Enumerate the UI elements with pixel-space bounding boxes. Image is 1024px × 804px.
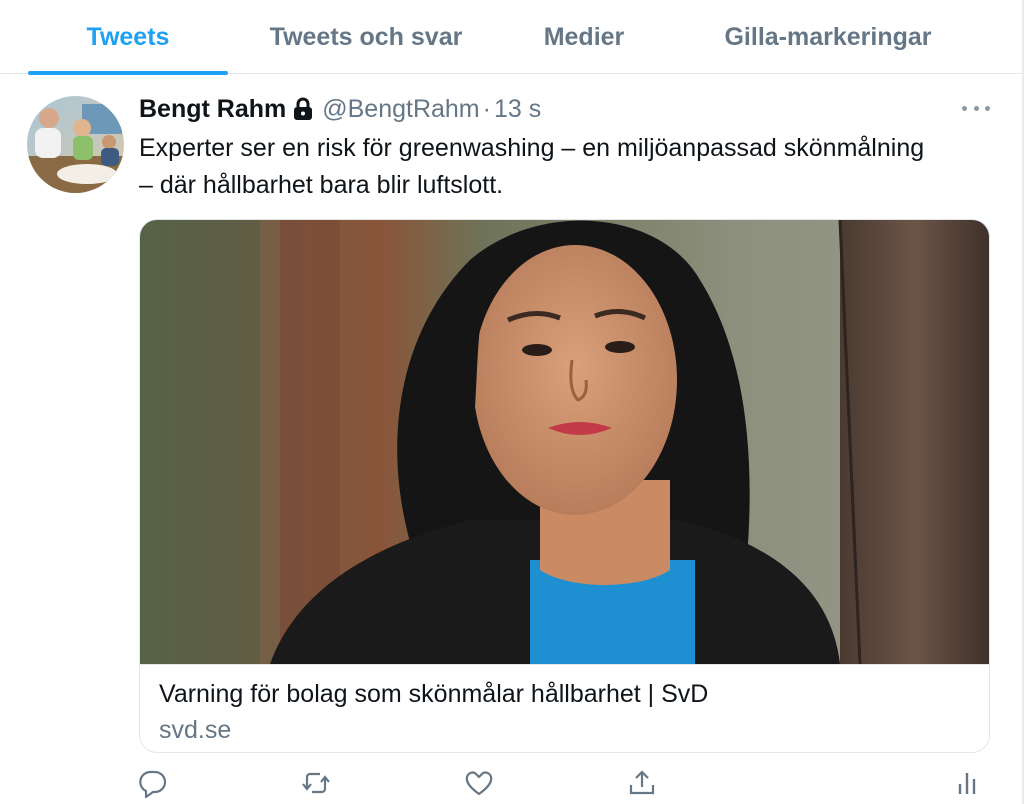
tweet-header: Bengt Rahm @BengtRahm · 13 s: [139, 92, 541, 126]
card-body[interactable]: Varning för bolag som skönmålar hållbarh…: [140, 664, 989, 752]
reply-icon[interactable]: [138, 768, 168, 799]
tab-media-label: Medier: [543, 22, 625, 51]
tab-likes[interactable]: Gilla-markeringar: [694, 0, 962, 74]
tab-tweets-and-replies-label: Tweets och svar: [269, 22, 463, 51]
tab-likes-label: Gilla-markeringar: [724, 22, 932, 51]
meta-separator: ·: [482, 94, 491, 123]
tab-tweets-and-replies[interactable]: Tweets och svar: [248, 0, 484, 74]
author-name[interactable]: Bengt Rahm: [139, 95, 286, 124]
share-icon[interactable]: [627, 768, 657, 798]
author-handle[interactable]: @BengtRahm: [322, 95, 479, 124]
active-tab-indicator: [28, 71, 228, 75]
card-image[interactable]: [140, 220, 989, 665]
tab-tweets[interactable]: Tweets: [28, 0, 228, 75]
link-card[interactable]: Varning för bolag som skönmålar hållbarh…: [139, 219, 990, 753]
retweet-icon[interactable]: [301, 768, 331, 798]
tweet-text-line-2: – där hållbarhet bara blir luftslott.: [139, 171, 504, 199]
more-icon[interactable]: [962, 96, 990, 120]
heart-icon[interactable]: [464, 768, 494, 798]
analytics-icon[interactable]: [952, 768, 982, 798]
tab-media[interactable]: Medier: [514, 0, 654, 74]
tweet-text-line-1: Experter ser en risk för greenwashing – …: [139, 134, 925, 162]
lock-icon: [292, 97, 314, 121]
tweet-actions: [0, 760, 1022, 804]
avatar[interactable]: [27, 96, 124, 193]
card-title[interactable]: Varning för bolag som skönmålar hållbarh…: [159, 680, 708, 709]
profile-tabs: Tweets Tweets och svar Medier Gilla-mark…: [0, 0, 1022, 75]
tab-tweets-label: Tweets: [86, 22, 170, 51]
card-domain: svd.se: [159, 716, 232, 744]
tweet-timestamp[interactable]: 13 s: [494, 95, 541, 124]
tweet-text: Experter ser en risk för greenwashing – …: [139, 130, 999, 204]
